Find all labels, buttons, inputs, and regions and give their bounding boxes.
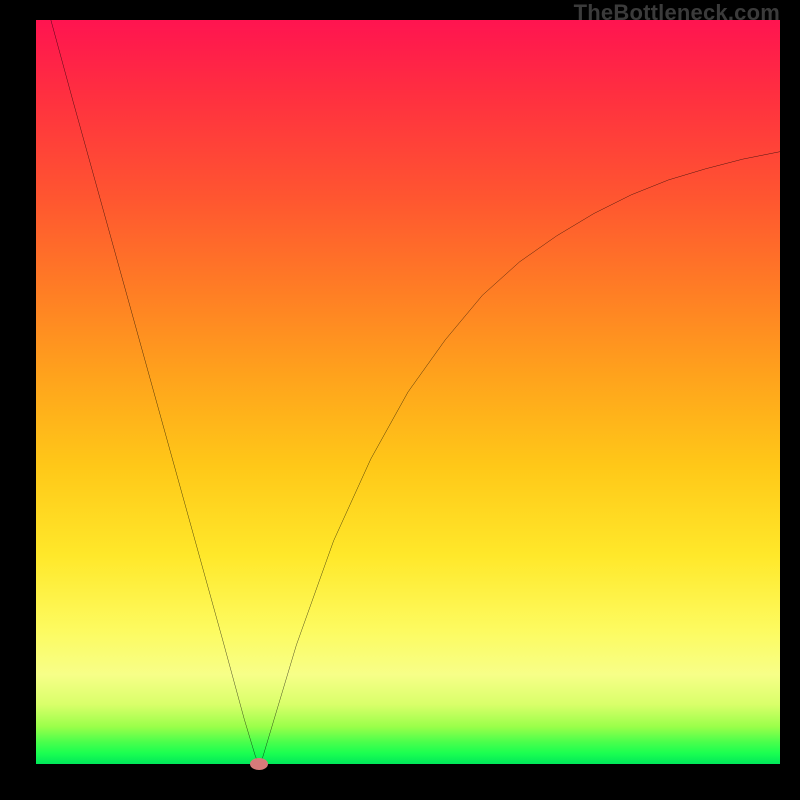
watermark-text: TheBottleneck.com	[574, 0, 780, 26]
minimum-marker	[250, 758, 268, 770]
chart-frame: TheBottleneck.com	[0, 0, 800, 800]
bottleneck-curve	[51, 20, 780, 764]
plot-area	[36, 20, 780, 764]
curve-svg	[36, 20, 780, 764]
